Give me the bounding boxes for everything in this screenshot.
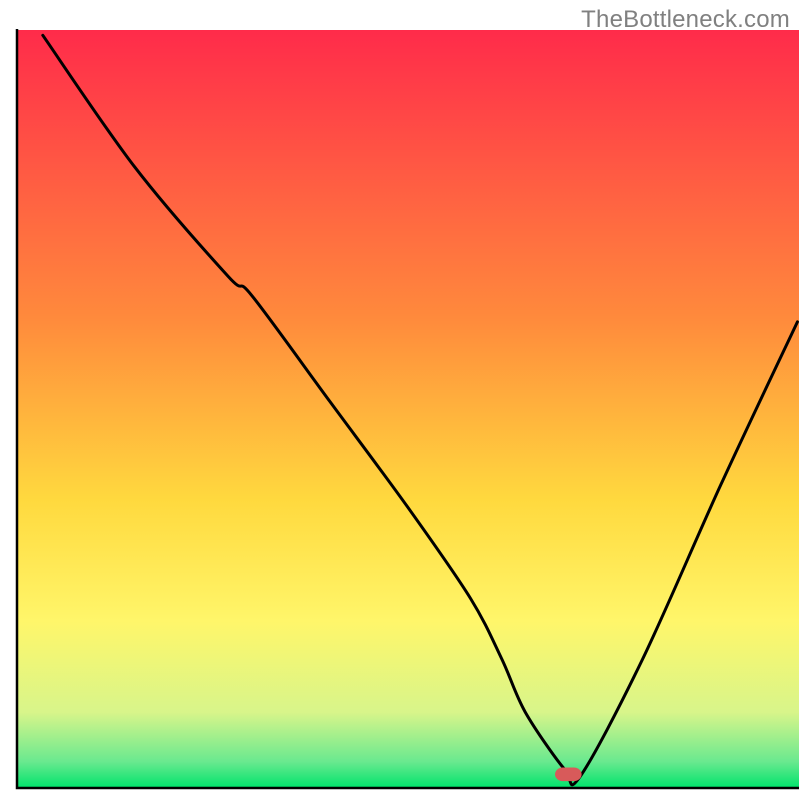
chart-canvas: { "watermark": "TheBottleneck.com", "cha… — [0, 0, 800, 800]
optimal-marker — [555, 768, 582, 782]
gradient-background — [17, 30, 799, 788]
chart-svg — [0, 0, 800, 800]
